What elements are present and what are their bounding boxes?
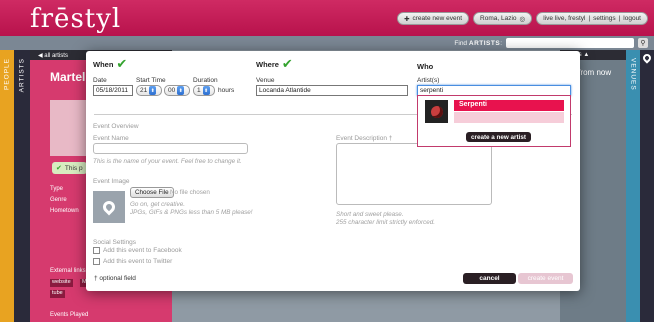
top-actions: ✚ create new event Roma, Lazio ◎ live li…: [397, 12, 648, 25]
image-placeholder: [93, 191, 125, 223]
artist-title: Martel: [50, 70, 86, 84]
genre-label: Genre: [50, 197, 67, 203]
artists-rail-label: ARTISTS: [18, 58, 26, 93]
venue-label: Venue: [256, 77, 275, 84]
cancel-button[interactable]: cancel: [463, 273, 516, 284]
social-settings-heading: Social Settings: [93, 239, 136, 246]
gps-icon: ◎: [519, 15, 526, 23]
stepper-icon: ⬍: [177, 86, 185, 95]
event-description-textarea[interactable]: [336, 143, 492, 205]
venues-rail-label: VENUES: [629, 58, 637, 91]
search-icon[interactable]: ⚲: [638, 38, 648, 48]
artists-label: Artist(s): [417, 77, 440, 84]
event-description-label: Event Description †: [336, 135, 393, 142]
top-bar: frēstyl ✚ create new event Roma, Lazio ◎…: [0, 0, 654, 36]
date-input[interactable]: 05/18/2011: [93, 85, 133, 96]
create-event-dialog: When ✔ Date 05/18/2011 Start Time 21 ⬍ 00 ⬍…: [86, 51, 580, 291]
event-image-label: Event Image: [93, 178, 130, 185]
event-name-label: Event Name: [93, 135, 129, 142]
plus-icon: ✚: [404, 15, 410, 23]
choose-file-button[interactable]: Choose File: [130, 187, 174, 198]
check-icon: ✔: [116, 57, 128, 72]
start-time-label: Start Time: [136, 77, 166, 84]
duration-unit: hours: [218, 87, 235, 94]
artist-suggestion-detail[interactable]: [454, 112, 564, 123]
map-pin-icon: [100, 198, 118, 216]
duration-select[interactable]: 1 ⬍: [193, 85, 215, 96]
logout-link[interactable]: logout: [623, 15, 641, 22]
description-hint-2: 255 character limit strictly enforced.: [336, 219, 436, 226]
find-artists: Find ARTISTS: ⚲: [454, 38, 648, 48]
start-minute-select[interactable]: 00 ⬍: [164, 85, 190, 96]
artist-thumbnail[interactable]: [425, 100, 448, 123]
venues-rail[interactable]: VENUES: [626, 50, 640, 322]
date-label: Date: [93, 77, 107, 84]
frestyl-logo[interactable]: frēstyl: [30, 4, 121, 34]
start-hour-select[interactable]: 21 ⬍: [136, 85, 162, 96]
duration-label: Duration: [193, 77, 218, 84]
hometown-label: Hometown: [50, 208, 79, 214]
stepper-icon: ⬍: [149, 86, 157, 95]
when-heading: When ✔: [93, 57, 128, 72]
check-icon: ✔: [56, 163, 62, 172]
user-menu[interactable]: live live, frestyl | settings | logout: [536, 12, 648, 25]
twitter-option[interactable]: Add this event to Twitter: [93, 258, 172, 265]
event-name-hint: This is the name of your event. Feel fre…: [93, 158, 242, 165]
events-played-label: Events Played: [50, 312, 89, 318]
map-pin-icon: [641, 52, 653, 64]
create-new-artist-button[interactable]: create a new artist: [466, 132, 531, 142]
check-icon: ✔: [281, 57, 293, 72]
find-artists-input[interactable]: [506, 38, 634, 48]
artist-suggestion-item[interactable]: Serpenti: [454, 100, 564, 111]
facebook-checkbox[interactable]: [93, 247, 100, 254]
optional-field-note: † optional field: [94, 275, 136, 282]
artists-rail[interactable]: ARTISTS: [14, 50, 30, 322]
image-hint-1: Go on, get creative.: [130, 201, 185, 208]
location-button[interactable]: Roma, Lazio ◎: [473, 12, 533, 25]
image-hint-2: JPGs, GIFs & PNGs less than 5 MB please!: [130, 209, 253, 216]
user-link[interactable]: live live, frestyl: [543, 15, 585, 22]
facebook-option[interactable]: Add this event to Facebook: [93, 247, 182, 254]
type-label: Type: [50, 186, 64, 192]
description-hint-1: Short and sweet please.: [336, 211, 404, 218]
stepper-icon: ⬍: [202, 86, 210, 95]
artist-suggestions: Serpenti create a new artist: [417, 95, 571, 147]
external-links-label: External links: [50, 268, 86, 274]
youtube-link[interactable]: tube: [50, 290, 65, 298]
event-overview-heading: Event Overview: [93, 123, 139, 130]
twitter-checkbox[interactable]: [93, 258, 100, 265]
website-link[interactable]: website: [50, 279, 73, 287]
settings-link[interactable]: settings: [593, 15, 615, 22]
no-file-text: No file chosen: [170, 189, 210, 196]
create-new-event-button[interactable]: ✚ create new event: [397, 12, 470, 25]
artist-status-pill: ✔ This p: [52, 162, 87, 174]
who-heading: Who: [417, 62, 434, 71]
people-rail-label: PEOPLE: [3, 58, 11, 91]
map-rail[interactable]: [640, 50, 654, 322]
people-rail[interactable]: PEOPLE: [0, 50, 14, 322]
event-name-input[interactable]: [93, 143, 248, 154]
venue-input[interactable]: Locanda Atlantide: [256, 85, 408, 96]
where-heading: Where ✔: [256, 57, 293, 72]
create-event-button[interactable]: create event: [518, 273, 573, 284]
